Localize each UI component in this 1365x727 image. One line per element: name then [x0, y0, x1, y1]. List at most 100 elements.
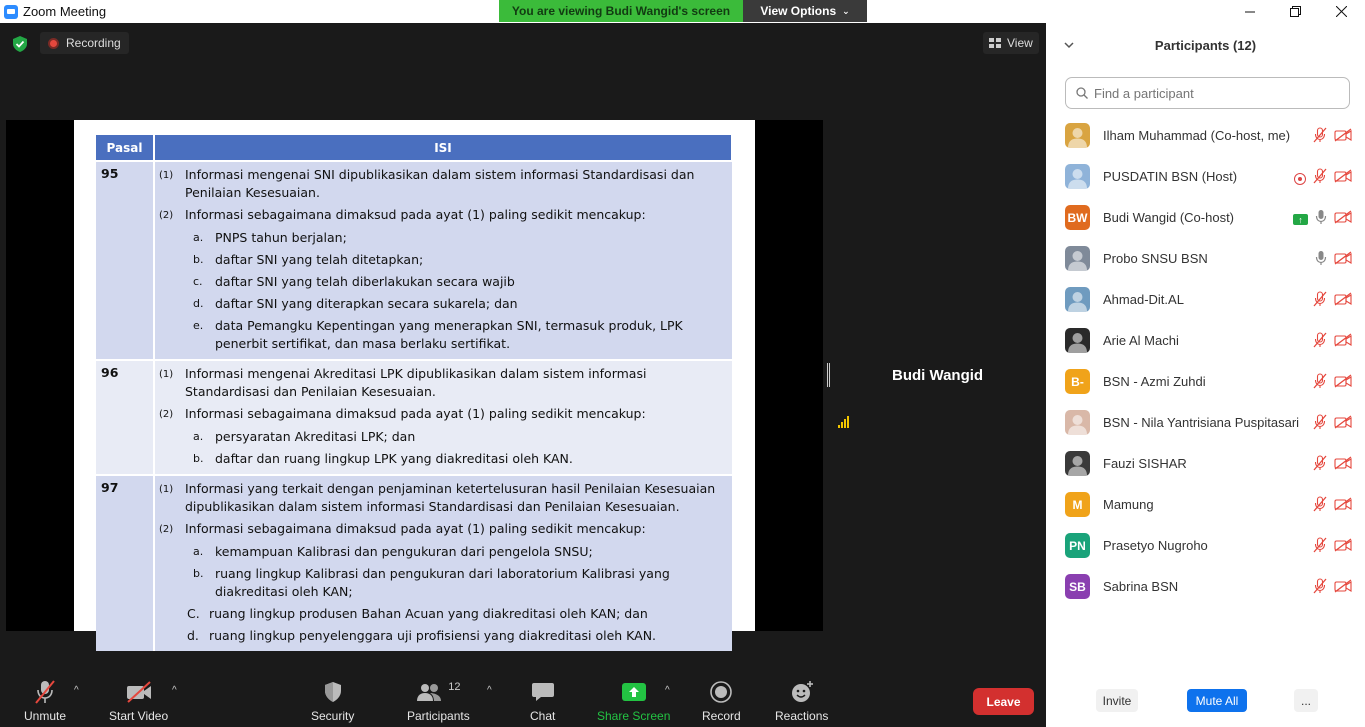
- clause-text: Informasi mengenai Akreditasi LPK dipubl…: [185, 366, 647, 399]
- clause-subitem: c. daftar SNI yang telah diberlakukan sec…: [193, 273, 728, 291]
- microphone-muted-icon[interactable]: [1313, 291, 1327, 312]
- screen-share-banner: You are viewing Budi Wangid's screen Vie…: [499, 0, 867, 22]
- participant-row[interactable]: M Mamung: [1046, 484, 1365, 525]
- more-options-button[interactable]: ...: [1294, 689, 1318, 712]
- participant-row[interactable]: SB Sabrina BSN: [1046, 566, 1365, 607]
- audio-options-caret[interactable]: ^: [74, 685, 79, 696]
- recording-indicator[interactable]: Recording: [40, 32, 129, 54]
- clause-number: c.: [193, 275, 203, 288]
- record-button[interactable]: Record: [702, 679, 741, 723]
- microphone-icon[interactable]: [1315, 250, 1327, 271]
- share-screen-button[interactable]: Share Screen: [597, 679, 670, 723]
- video-options-caret[interactable]: ^: [172, 685, 177, 696]
- pasal-number: 97: [96, 474, 155, 651]
- security-button[interactable]: Security: [311, 679, 354, 723]
- clause-number: d.: [193, 297, 204, 310]
- participant-row[interactable]: BW Budi Wangid (Co-host) ↑: [1046, 197, 1365, 238]
- microphone-muted-icon[interactable]: [1313, 455, 1327, 476]
- start-video-button[interactable]: Start Video: [109, 679, 168, 723]
- participant-search-input[interactable]: [1094, 85, 1324, 101]
- participant-name: Probo SNSU BSN: [1103, 251, 1208, 266]
- reactions-button[interactable]: Reactions: [775, 679, 828, 723]
- participants-button[interactable]: 12 Participants: [407, 679, 470, 723]
- participant-row[interactable]: Fauzi SISHAR: [1046, 443, 1365, 484]
- microphone-muted-icon[interactable]: [1313, 127, 1327, 148]
- start-video-label: Start Video: [109, 709, 169, 723]
- clause-paragraph: (1) Informasi yang terkait dengan penjami…: [159, 480, 728, 516]
- participant-row[interactable]: Arie Al Machi: [1046, 320, 1365, 361]
- unmute-button[interactable]: Unmute: [24, 679, 66, 723]
- avatar: SB: [1065, 574, 1090, 599]
- reactions-label: Reactions: [775, 709, 829, 723]
- clause-paragraph: (2) Informasi sebagaimana dimaksud pada a…: [159, 520, 728, 539]
- leave-button[interactable]: Leave: [973, 688, 1034, 715]
- microphone-muted-icon[interactable]: [1313, 578, 1327, 599]
- view-button[interactable]: View: [983, 32, 1039, 54]
- chevron-down-icon: [1064, 42, 1074, 49]
- microphone-icon[interactable]: [1315, 209, 1327, 230]
- clause-text: Informasi sebagaimana dimaksud pada ayat…: [185, 406, 646, 421]
- clause-text: daftar dan ruang lingkup LPK yang diakre…: [215, 451, 573, 466]
- muted-microphone-icon: [35, 680, 55, 704]
- clause-number: (2): [159, 409, 174, 420]
- participant-row[interactable]: PN Prasetyo Nugroho: [1046, 525, 1365, 566]
- table-row: 95 (1) Informasi mengenai SNI dipublikasik…: [96, 160, 732, 360]
- grid-view-icon: [989, 38, 1001, 48]
- microphone-muted-icon[interactable]: [1313, 496, 1327, 517]
- participant-row[interactable]: B- BSN - Azmi Zuhdi: [1046, 361, 1365, 402]
- avatar: B-: [1065, 369, 1090, 394]
- invite-button[interactable]: Invite: [1096, 689, 1138, 712]
- maximize-button[interactable]: [1272, 0, 1318, 23]
- participant-name: Mamung: [1103, 497, 1154, 512]
- participant-row[interactable]: Ilham Muhammad (Co-host, me): [1046, 115, 1365, 156]
- clause-text: Informasi mengenai SNI dipublikasikan da…: [185, 167, 695, 200]
- video-off-icon: [1334, 497, 1352, 516]
- minimize-button[interactable]: [1227, 0, 1273, 23]
- participant-search[interactable]: [1065, 77, 1350, 109]
- encryption-shield-icon[interactable]: [12, 36, 28, 52]
- microphone-muted-icon[interactable]: [1313, 332, 1327, 353]
- window-title: Zoom Meeting: [23, 4, 107, 19]
- mute-all-button[interactable]: Mute All: [1187, 689, 1247, 712]
- chat-button[interactable]: Chat: [530, 679, 555, 723]
- view-options-button[interactable]: View Options ⌄: [743, 0, 867, 22]
- participant-name: Fauzi SISHAR: [1103, 456, 1187, 471]
- share-options-caret[interactable]: ^: [665, 685, 670, 696]
- clause-text: Informasi sebagaimana dimaksud pada ayat…: [185, 521, 646, 536]
- close-button[interactable]: [1318, 0, 1364, 23]
- clause-number: b.: [193, 253, 204, 266]
- participant-row[interactable]: Probo SNSU BSN: [1046, 238, 1365, 279]
- record-label: Record: [702, 709, 741, 723]
- panel-title: Participants (12): [1154, 38, 1257, 53]
- meeting-area: Recording View Pasal ISI 95 (1) Informasi …: [0, 23, 1046, 669]
- video-off-icon: [1334, 579, 1352, 598]
- avatar: M: [1065, 492, 1090, 517]
- participant-status-icons: [1313, 455, 1352, 476]
- avatar: [1065, 410, 1090, 435]
- clause-text: ruang lingkup penyelenggara uji profisie…: [209, 628, 657, 643]
- clause-text: kemampuan Kalibrasi dan pengukuran dari …: [215, 544, 593, 559]
- microphone-muted-icon[interactable]: [1313, 537, 1327, 558]
- microphone-muted-icon[interactable]: [1313, 168, 1327, 189]
- participants-options-caret[interactable]: ^: [487, 685, 492, 696]
- participant-row[interactable]: BSN - Nila Yantrisiana Puspitasari: [1046, 402, 1365, 443]
- participant-status-icons: ↑: [1293, 209, 1352, 230]
- share-screen-label: Share Screen: [597, 709, 671, 723]
- video-off-icon: [1334, 538, 1352, 557]
- clause-subitem: a. PNPS tahun berjalan;: [193, 229, 728, 247]
- clause-number: (1): [159, 484, 174, 495]
- video-off-icon: [1334, 169, 1352, 188]
- video-off-icon: [1334, 456, 1352, 475]
- table-row: 97 (1) Informasi yang terkait dengan penja…: [96, 474, 732, 651]
- recording-dot-icon: [48, 37, 59, 49]
- column-header-isi: ISI: [154, 135, 733, 161]
- participant-name: PUSDATIN BSN (Host): [1103, 169, 1238, 184]
- panel-divider[interactable]: [827, 363, 830, 387]
- microphone-muted-icon[interactable]: [1313, 373, 1327, 394]
- clause-text: Informasi yang terkait dengan penjaminan…: [185, 481, 716, 514]
- participant-name: Sabrina BSN: [1103, 579, 1179, 594]
- collapse-panel-button[interactable]: [1064, 37, 1074, 52]
- microphone-muted-icon[interactable]: [1313, 414, 1327, 435]
- participant-row[interactable]: PUSDATIN BSN (Host): [1046, 156, 1365, 197]
- participant-row[interactable]: Ahmad-Dit.AL: [1046, 279, 1365, 320]
